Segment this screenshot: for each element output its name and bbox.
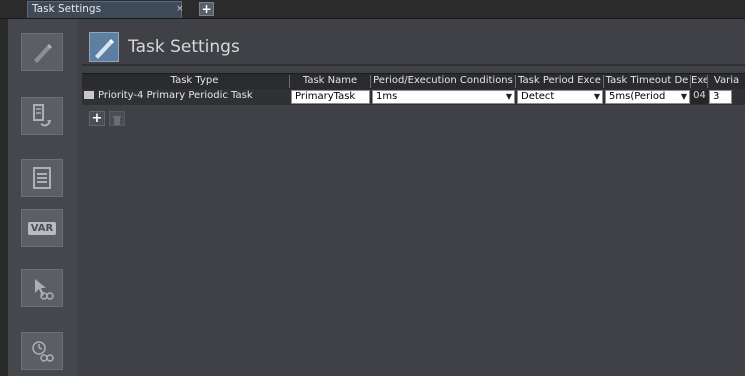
task-period-exceeded-value: Detect xyxy=(521,91,555,102)
task-type-value: Priority-4 Primary Periodic Task xyxy=(98,90,253,101)
pencil-icon xyxy=(34,44,52,63)
chevron-down-icon: ▼ xyxy=(680,92,687,101)
pencil-icon xyxy=(95,39,114,59)
watch-clock-icon xyxy=(32,341,54,362)
row-actions: + xyxy=(89,111,129,127)
task-period-exceeded-select[interactable]: Detect ▼ xyxy=(517,90,603,104)
list-icon xyxy=(33,167,51,189)
task-timeout-select[interactable]: 5ms(Period ▼ xyxy=(605,90,690,104)
task-table: Task Type Task Name Period/Execution Con… xyxy=(82,73,745,106)
task-type-cell: Priority-4 Primary Periodic Task xyxy=(84,90,289,104)
tab-close-icon[interactable]: × xyxy=(176,4,184,14)
folder-icon xyxy=(84,91,94,99)
sidebar-watch-button[interactable] xyxy=(21,269,63,307)
period-value: 1ms xyxy=(376,91,398,102)
page-title: Task Settings xyxy=(128,37,240,57)
task-settings-title-icon xyxy=(89,32,119,62)
chevron-down-icon: ▼ xyxy=(505,92,512,101)
left-edge-strip xyxy=(0,19,8,376)
watch-cursor-icon xyxy=(35,279,54,300)
add-task-button[interactable]: + xyxy=(89,111,105,126)
sidebar: VAR xyxy=(8,19,77,376)
table-row[interactable]: Priority-4 Primary Periodic Task Primary… xyxy=(82,89,745,105)
tab-bar: Task Settings × + xyxy=(0,0,745,19)
tab-label: Task Settings xyxy=(32,3,102,15)
column-header-task-name[interactable]: Task Name xyxy=(290,75,371,88)
sidebar-pencil-button[interactable] xyxy=(21,33,63,71)
add-tab-button[interactable]: + xyxy=(199,2,214,16)
period-select[interactable]: 1ms ▼ xyxy=(372,90,515,104)
table-header: Task Type Task Name Period/Execution Con… xyxy=(82,73,745,89)
column-header-task-timeout[interactable]: Task Timeout De xyxy=(604,75,691,88)
task-name-input[interactable]: PrimaryTask xyxy=(291,90,370,104)
column-header-varia[interactable]: Varia xyxy=(708,75,745,88)
var-icon: VAR xyxy=(27,221,57,235)
io-map-icon xyxy=(33,104,51,127)
column-header-task-type[interactable]: Task Type xyxy=(100,75,290,88)
column-header-period[interactable]: Period/Execution Conditions xyxy=(371,75,516,88)
chevron-down-icon: ▼ xyxy=(593,92,600,101)
task-timeout-value: 5ms(Period xyxy=(609,91,666,102)
sidebar-watch-clock-button[interactable] xyxy=(21,332,63,370)
delete-task-button[interactable] xyxy=(109,111,125,126)
task-settings-window: Task Settings × + VAR Task Settings Task… xyxy=(0,0,745,376)
exe-cell[interactable]: 04 xyxy=(691,90,708,104)
sidebar-var-button[interactable]: VAR xyxy=(21,209,63,247)
column-header-exe[interactable]: Exe xyxy=(691,75,708,88)
sidebar-list-button[interactable] xyxy=(21,159,63,197)
trash-icon xyxy=(113,116,121,125)
sidebar-io-map-button[interactable] xyxy=(21,97,63,135)
title-divider xyxy=(82,64,745,66)
column-header-task-period-exceeded[interactable]: Task Period Exce xyxy=(516,75,604,88)
varia-input[interactable]: 3 xyxy=(709,90,732,104)
tab-task-settings[interactable]: Task Settings × xyxy=(27,1,184,18)
